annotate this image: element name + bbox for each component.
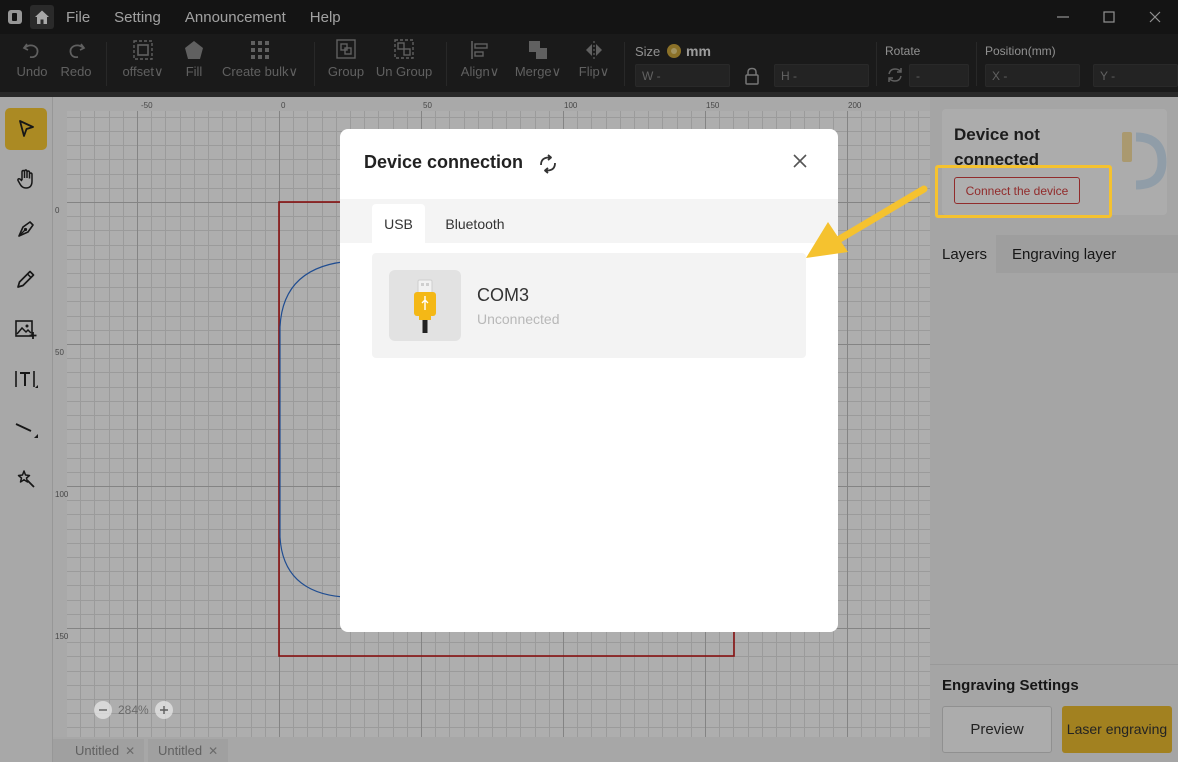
refresh-icon[interactable] xyxy=(537,153,559,175)
plus-icon xyxy=(159,706,168,714)
tab-usb[interactable]: USB xyxy=(372,204,425,243)
usb-device-thumbnail xyxy=(389,270,461,341)
device-name: COM3 xyxy=(477,285,530,305)
highlight-box xyxy=(935,165,1112,218)
close-icon[interactable] xyxy=(790,151,810,171)
minus-icon xyxy=(99,709,107,711)
zoom-control: 284% xyxy=(94,699,173,721)
tab-bluetooth[interactable]: Bluetooth xyxy=(432,204,518,243)
dialog-title: Device connection xyxy=(364,152,524,172)
connection-tabs: USB Bluetooth xyxy=(340,199,838,243)
dialog-header: Device connection xyxy=(340,129,838,199)
usb-icon xyxy=(414,279,436,333)
zoom-in-button[interactable] xyxy=(154,701,173,719)
zoom-level: 284% xyxy=(118,703,149,717)
device-connection-dialog: Device connection USB Bluetooth COM3 Unc… xyxy=(340,129,838,632)
device-list-item[interactable]: COM3 Unconnected xyxy=(372,253,806,358)
zoom-out-button[interactable] xyxy=(94,701,112,719)
device-connection-status: Unconnected xyxy=(477,311,560,327)
